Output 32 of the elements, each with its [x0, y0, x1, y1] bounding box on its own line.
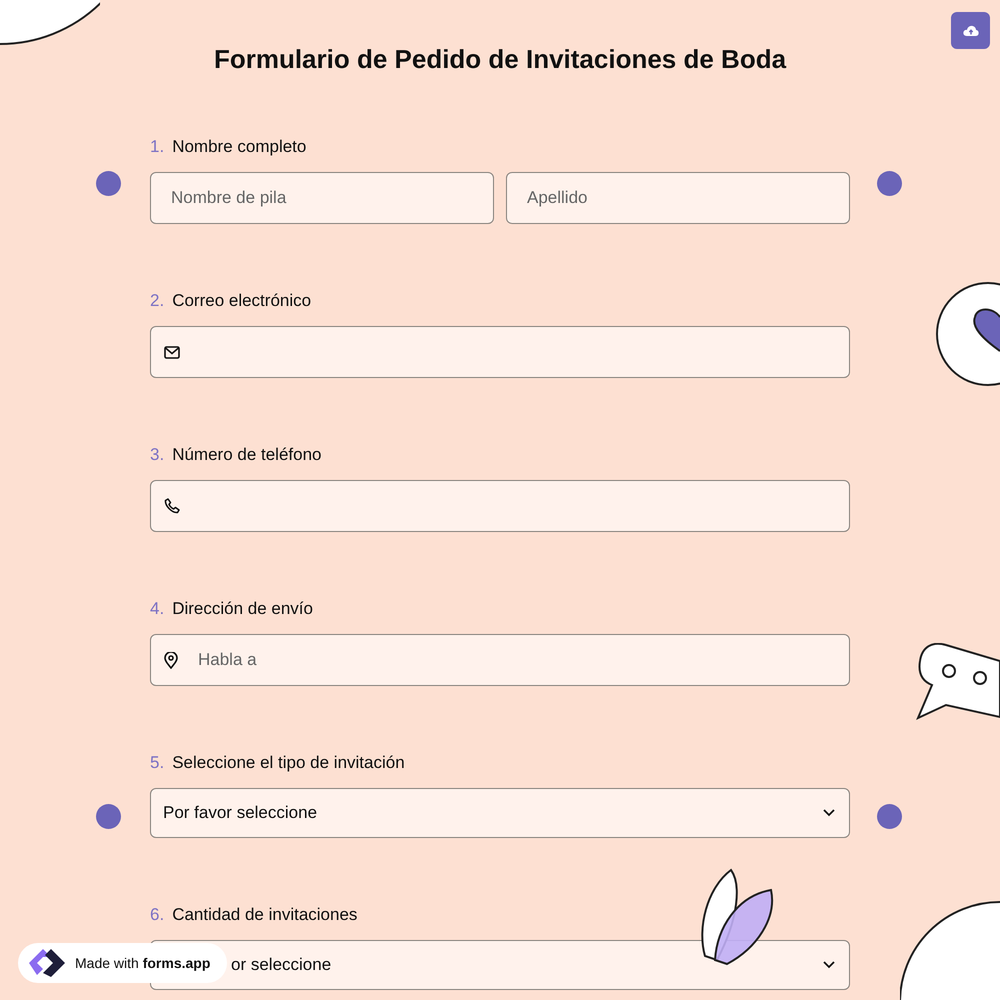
question-label: Nombre completo: [172, 136, 306, 158]
email-field[interactable]: [150, 326, 850, 378]
question-number: 1.: [150, 136, 164, 158]
question-label: Seleccione el tipo de invitación: [172, 752, 405, 774]
logo-icon: [27, 947, 67, 979]
envelope-icon: [164, 346, 180, 358]
name-field[interactable]: Nombre de pila: [150, 172, 494, 224]
dot-decoration: [877, 804, 902, 829]
made-with-badge[interactable]: Made with forms.app: [18, 943, 227, 983]
question-number: 5.: [150, 752, 164, 774]
phone-icon: [164, 498, 180, 514]
name-field[interactable]: Apellido: [506, 172, 850, 224]
question-label: Correo electrónico: [172, 290, 312, 312]
question-number: 2.: [150, 290, 164, 312]
chevron-down-icon: [823, 961, 835, 969]
dot-decoration: [96, 171, 121, 196]
question-number: 6.: [150, 904, 164, 926]
select-field[interactable]: Por favor seleccione: [150, 788, 850, 838]
location-pin-icon: [164, 652, 178, 668]
dot-decoration: [877, 171, 902, 196]
dot-decoration: [96, 804, 121, 829]
question-number: 3.: [150, 444, 164, 466]
phone-field[interactable]: [150, 480, 850, 532]
question-label: Cantidad de invitaciones: [172, 904, 358, 926]
question-label: Dirección de envío: [172, 598, 313, 620]
upload-button[interactable]: [951, 12, 990, 49]
address-field[interactable]: Habla a: [150, 634, 850, 686]
chevron-down-icon: [823, 809, 835, 817]
question-label: Número de teléfono: [172, 444, 322, 466]
cloud-upload-icon: [962, 24, 978, 36]
question-number: 4.: [150, 598, 164, 620]
form-title: Formulario de Pedido de Invitaciones de Boda: [212, 43, 788, 76]
